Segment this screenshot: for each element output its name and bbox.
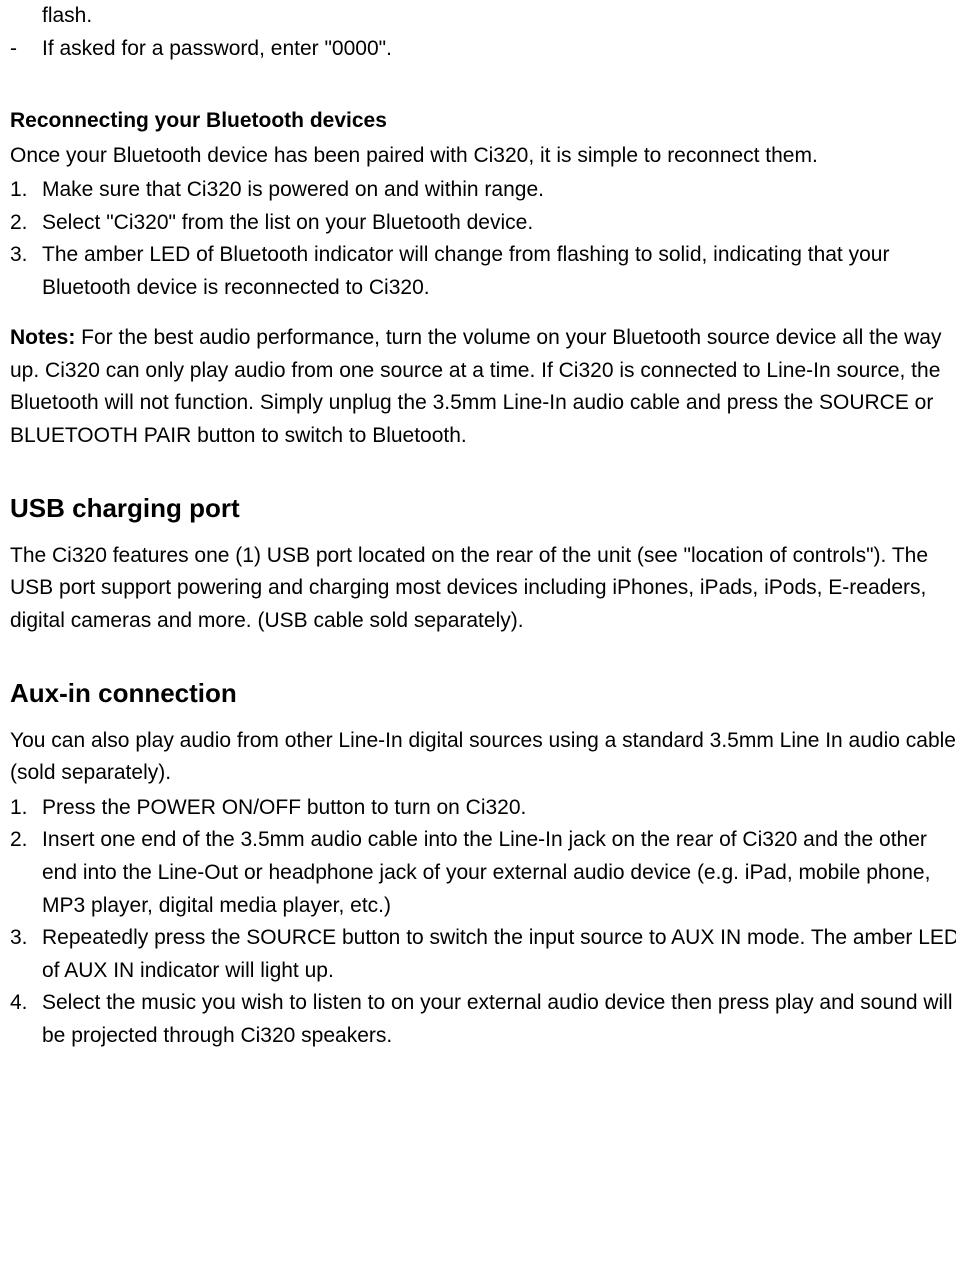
reconnect-heading: Reconnecting your Bluetooth devices <box>10 105 956 138</box>
notes-label: Notes: <box>10 326 75 349</box>
reconnect-item-2: Select "Ci320" from the list on your Blu… <box>42 207 956 240</box>
usb-text: The Ci320 features one (1) USB port loca… <box>10 540 956 638</box>
intro-dash-row: - If asked for a password, enter "0000". <box>10 33 956 66</box>
reconnect-list: 1. Make sure that Ci320 is powered on an… <box>10 174 956 304</box>
list-item: 2. Insert one end of the 3.5mm audio cab… <box>10 824 956 922</box>
reconnect-item-3: The amber LED of Bluetooth indicator wil… <box>42 239 956 304</box>
list-item: 2. Select "Ci320" from the list on your … <box>10 207 956 240</box>
number-marker: 1. <box>10 174 42 207</box>
aux-list: 1. Press the POWER ON/OFF button to turn… <box>10 792 956 1052</box>
aux-item-4: Select the music you wish to listen to o… <box>42 987 956 1052</box>
list-item: 3. The amber LED of Bluetooth indicator … <box>10 239 956 304</box>
aux-item-3: Repeatedly press the SOURCE button to sw… <box>42 922 956 987</box>
number-marker: 2. <box>10 824 42 857</box>
number-marker: 1. <box>10 792 42 825</box>
intro-flash-row: flash. <box>10 0 956 33</box>
aux-heading: Aux-in connection <box>10 673 956 713</box>
reconnect-lead: Once your Bluetooth device has been pair… <box>10 140 956 173</box>
aux-lead: You can also play audio from other Line-… <box>10 725 956 790</box>
notes-text: For the best audio performance, turn the… <box>10 326 942 447</box>
number-marker: 2. <box>10 207 42 240</box>
list-item: 3. Repeatedly press the SOURCE button to… <box>10 922 956 987</box>
list-item: 1. Press the POWER ON/OFF button to turn… <box>10 792 956 825</box>
aux-item-1: Press the POWER ON/OFF button to turn on… <box>42 792 956 825</box>
notes-paragraph: Notes: For the best audio performance, t… <box>10 322 956 452</box>
list-item: 1. Make sure that Ci320 is powered on an… <box>10 174 956 207</box>
reconnect-item-1: Make sure that Ci320 is powered on and w… <box>42 174 956 207</box>
dash-marker: - <box>10 33 42 66</box>
number-marker: 3. <box>10 922 42 955</box>
aux-item-2: Insert one end of the 3.5mm audio cable … <box>42 824 956 922</box>
number-marker: 3. <box>10 239 42 272</box>
intro-flash: flash. <box>42 0 956 33</box>
number-marker: 4. <box>10 987 42 1020</box>
intro-password: If asked for a password, enter "0000". <box>42 33 956 66</box>
list-item: 4. Select the music you wish to listen t… <box>10 987 956 1052</box>
usb-heading: USB charging port <box>10 488 956 528</box>
